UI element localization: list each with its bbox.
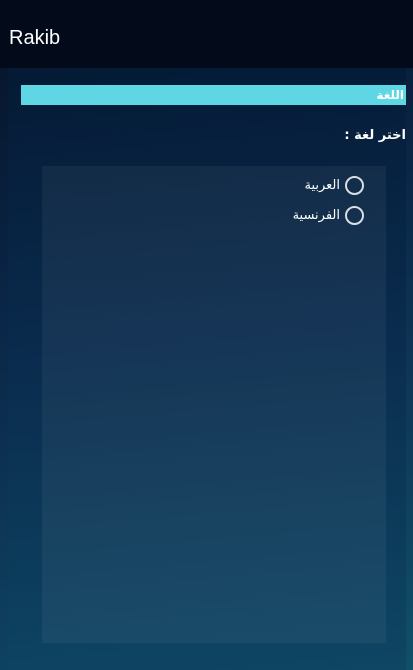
language-option-arabic[interactable]: العربية — [304, 174, 364, 196]
radio-icon[interactable] — [345, 205, 364, 225]
language-option-french[interactable]: الفرنسية — [293, 204, 364, 226]
language-option-label: الفرنسية — [292, 207, 340, 223]
section-header: اللغة — [21, 85, 406, 105]
language-prompt: اختر لغة : — [344, 128, 406, 143]
language-options-panel: العربية الفرنسية — [42, 166, 386, 643]
app-bar: Rakib — [0, 0, 413, 68]
app-title: Rakib — [9, 27, 61, 49]
section-header-label: اللغة — [376, 88, 404, 102]
radio-icon[interactable] — [345, 175, 364, 195]
language-option-label: العربية — [304, 177, 340, 193]
app-screen: Rakib اللغة اختر لغة : العربية الفرنسية — [0, 0, 413, 670]
